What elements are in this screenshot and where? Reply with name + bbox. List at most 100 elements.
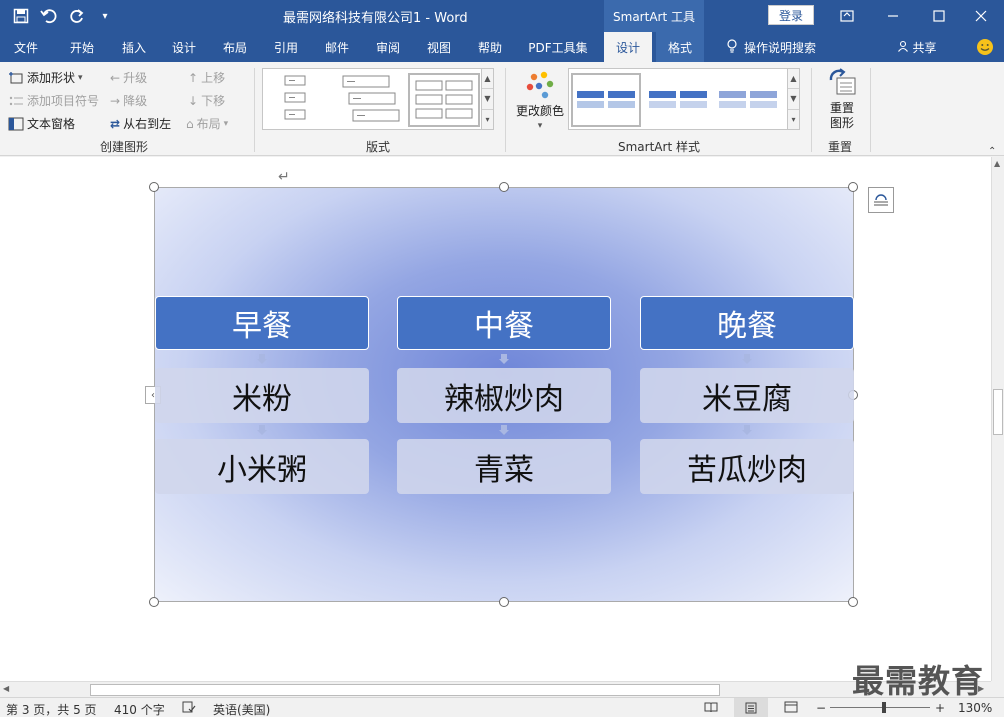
smartart-node-item[interactable]: 小米粥 <box>155 439 369 494</box>
smartart-node-item[interactable]: 辣椒炒肉 <box>397 368 611 423</box>
text-pane-icon <box>8 117 24 130</box>
layout-thumb-3-selected[interactable] <box>408 73 480 127</box>
layout-thumb-1[interactable] <box>281 73 311 127</box>
demote-button[interactable]: → 降级 <box>110 92 147 109</box>
zoom-level[interactable]: 130% <box>958 701 992 715</box>
styles-gallery-scroll[interactable]: ▲ ▼ ▾ <box>787 68 800 130</box>
tell-me-search[interactable]: 操作说明搜索 <box>716 32 826 62</box>
print-layout-icon[interactable] <box>734 698 768 717</box>
resize-handle-bottom[interactable] <box>499 597 509 607</box>
ribbon-separator <box>811 68 812 152</box>
smartart-styles-gallery[interactable] <box>568 68 788 130</box>
tab-insert[interactable]: 插入 <box>112 32 156 62</box>
customize-qat-icon[interactable]: ▾ <box>94 5 116 27</box>
styles-group-label: SmartArt 样式 <box>618 140 700 154</box>
layouts-group-label: 版式 <box>366 140 391 154</box>
tab-home[interactable]: 开始 <box>60 32 104 62</box>
smartart-node-item[interactable]: 青菜 <box>397 439 611 494</box>
style-thumb-3[interactable] <box>717 73 781 127</box>
smiley-feedback-icon[interactable] <box>972 32 998 62</box>
tab-layout[interactable]: 布局 <box>213 32 257 62</box>
resize-handle-bottom-left[interactable] <box>149 597 159 607</box>
layout-button[interactable]: ⌂ 布局 ▾ <box>186 115 228 132</box>
tab-smartart-format[interactable]: 格式 <box>656 32 704 62</box>
tab-pdf-tools[interactable]: PDF工具集 <box>522 32 594 62</box>
vertical-scroll-thumb[interactable] <box>993 389 1003 435</box>
layout-thumb-2[interactable] <box>341 73 401 127</box>
horizontal-scrollbar[interactable]: ◀ ▶ <box>0 681 991 697</box>
zoom-in-icon[interactable]: + <box>935 701 945 715</box>
resize-handle-top-left[interactable] <box>149 182 159 192</box>
tab-references[interactable]: 引用 <box>264 32 308 62</box>
resize-handle-top[interactable] <box>499 182 509 192</box>
zoom-slider-track[interactable] <box>830 707 930 708</box>
language-indicator[interactable]: 英语(美国) <box>213 701 270 717</box>
vertical-scrollbar[interactable]: ▲ <box>991 157 1004 681</box>
add-shape-button[interactable]: 添加形状 ▾ <box>8 69 83 86</box>
lightbulb-icon <box>726 38 738 56</box>
reset-graphic-button[interactable]: 重置 图形 <box>822 68 862 131</box>
palette-icon <box>526 71 554 99</box>
add-bullet-button[interactable]: 添加项目符号 <box>8 92 99 109</box>
text-pane-button[interactable]: 文本窗格 <box>8 115 75 132</box>
style-thumb-2[interactable] <box>647 73 711 127</box>
share-button[interactable]: 共享 <box>892 32 942 62</box>
right-to-left-button[interactable]: ⇄ 从右到左 <box>110 115 171 132</box>
close-icon[interactable] <box>958 0 1004 32</box>
move-down-button[interactable]: ↓ 下移 <box>188 92 225 109</box>
smartart-node-lunch[interactable]: 中餐 <box>397 296 611 350</box>
gallery-more-icon: ▾ <box>485 114 490 124</box>
smartart-node-item[interactable]: 米豆腐 <box>640 368 854 423</box>
down-arrow-icon <box>499 354 509 364</box>
undo-icon[interactable] <box>38 5 60 27</box>
tab-smartart-design[interactable]: 设计 <box>604 32 652 62</box>
smartart-node-item[interactable]: 苦瓜炒肉 <box>640 439 854 494</box>
ribbon-display-options-icon[interactable] <box>824 0 870 32</box>
layout-options-icon[interactable] <box>868 187 894 213</box>
gallery-down-icon: ▼ <box>482 89 493 110</box>
page-count[interactable]: 第 3 页，共 5 页 <box>6 701 97 717</box>
gallery-more-icon: ▾ <box>791 114 796 124</box>
resize-handle-bottom-right[interactable] <box>848 597 858 607</box>
tab-file[interactable]: 文件 <box>4 32 48 62</box>
tab-help[interactable]: 帮助 <box>468 32 512 62</box>
minimize-icon[interactable] <box>870 0 916 32</box>
zoom-slider-thumb[interactable] <box>882 702 886 713</box>
smartart-node-item[interactable]: 米粉 <box>155 368 369 423</box>
down-arrow-icon <box>257 354 267 364</box>
read-mode-icon[interactable] <box>704 701 718 716</box>
scrollbar-corner <box>991 681 1004 697</box>
document-canvas[interactable]: ↵ ‹ 早餐 米粉 小米粥 中餐 辣椒炒肉 青菜 晚餐 米豆腐 苦瓜炒肉 <box>0 157 991 681</box>
scroll-left-icon: ◀ <box>3 684 10 693</box>
scroll-up-icon: ▲ <box>994 159 1001 168</box>
tab-design[interactable]: 设计 <box>162 32 206 62</box>
smartart-node-dinner[interactable]: 晚餐 <box>640 296 854 350</box>
style-thumb-1-selected[interactable] <box>571 73 641 127</box>
redo-icon[interactable] <box>66 5 88 27</box>
web-layout-icon[interactable] <box>784 701 798 716</box>
promote-button[interactable]: ← 升级 <box>110 69 147 86</box>
tab-mailings[interactable]: 邮件 <box>315 32 359 62</box>
tab-review[interactable]: 审阅 <box>366 32 410 62</box>
horizontal-scroll-thumb[interactable] <box>90 684 720 696</box>
tab-view[interactable]: 视图 <box>417 32 461 62</box>
move-up-button[interactable]: ↑ 上移 <box>188 69 225 86</box>
resize-handle-top-right[interactable] <box>848 182 858 192</box>
layouts-gallery-scroll[interactable]: ▲ ▼ ▾ <box>481 68 494 130</box>
ribbon-separator <box>254 68 255 152</box>
layouts-gallery[interactable] <box>262 68 482 130</box>
quick-access-toolbar: ▾ <box>10 5 116 27</box>
watermark-logo: 最需教育 <box>852 662 985 700</box>
save-icon[interactable] <box>10 5 32 27</box>
word-count[interactable]: 410 个字 <box>114 701 165 717</box>
down-arrow-icon <box>257 425 267 435</box>
zoom-out-icon[interactable]: − <box>816 701 826 715</box>
change-colors-button[interactable]: 更改颜色 ▾ <box>514 70 566 131</box>
smartart-graphic[interactable]: ‹ 早餐 米粉 小米粥 中餐 辣椒炒肉 青菜 晚餐 米豆腐 苦瓜炒肉 <box>145 182 858 607</box>
collapse-ribbon-icon[interactable]: ⌃ <box>988 146 996 157</box>
maximize-icon[interactable] <box>916 0 962 32</box>
proofing-icon[interactable] <box>182 701 196 716</box>
swap-arrows-icon: ⇄ <box>110 116 121 131</box>
login-button[interactable]: 登录 <box>768 5 814 25</box>
smartart-node-breakfast[interactable]: 早餐 <box>155 296 369 350</box>
